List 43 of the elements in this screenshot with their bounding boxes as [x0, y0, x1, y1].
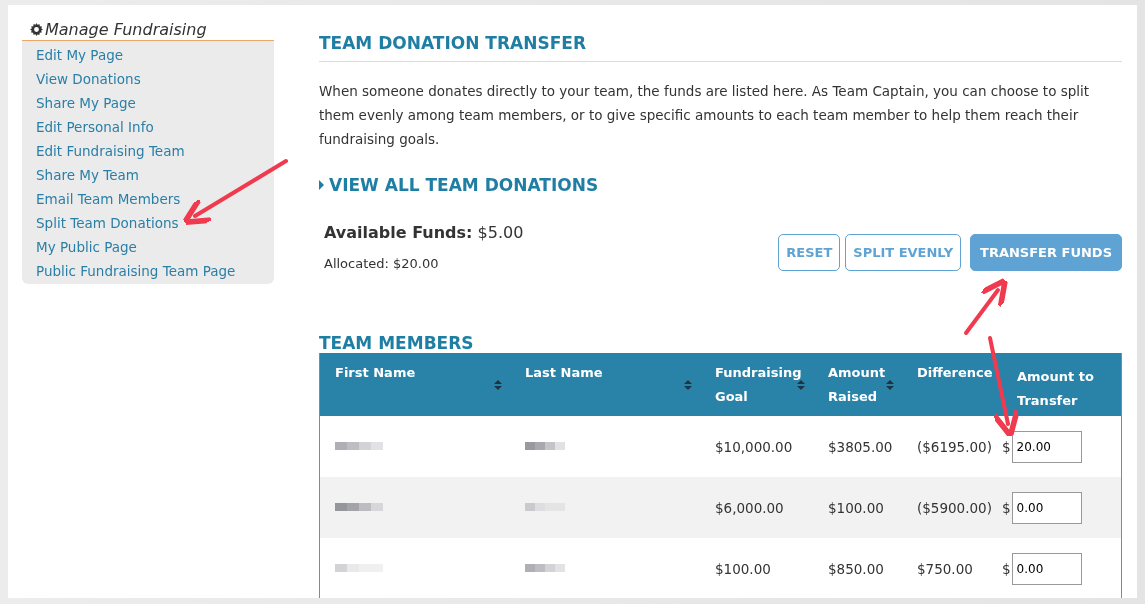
currency-sign: $ [1002, 499, 1011, 516]
sidebar-link[interactable]: Share My Page [36, 91, 274, 115]
currency-sign: $ [1002, 560, 1011, 577]
table-cell-text: ($5900.00) [916, 499, 993, 516]
sidebar-link[interactable]: Email Team Members [36, 187, 274, 211]
amount-field[interactable]: 0.00 [1011, 552, 1082, 585]
sidebar-title: Manage Fundraising [45, 19, 207, 39]
amount-field[interactable]: 20.00 [1011, 430, 1082, 463]
action-button[interactable]: RESET [778, 234, 841, 271]
sidebar-link[interactable]: Edit Fundraising Team [36, 139, 274, 163]
currency-sign: $ [1002, 438, 1011, 455]
column-header[interactable]: Difference [902, 353, 1002, 416]
gear-icon [30, 22, 43, 36]
amount-field[interactable]: 0.00 [1011, 491, 1082, 524]
sidebar-link[interactable]: Public Fundraising Team Page [36, 259, 274, 283]
column-header[interactable]: Fundraising Goal [700, 353, 813, 416]
available-funds-label: Available Funds: [324, 223, 473, 242]
sidebar-link[interactable]: View Donations [36, 67, 274, 91]
available-funds-value: $5.00 [477, 223, 524, 242]
table-cell-text: $10,000.00 [714, 438, 794, 455]
table-cell-text: $850.00 [827, 560, 885, 577]
table-cell-text: $750.00 [916, 560, 974, 577]
table-cell-text: $6,000.00 [714, 499, 785, 516]
action-button[interactable]: SPLIT EVENLY [845, 234, 962, 271]
table-cell-text: ($6195.00) [916, 438, 993, 455]
donations-toggle[interactable]: VIEW ALL TEAM DONATIONS [319, 175, 599, 195]
sidebar-link[interactable]: Share My Team [36, 163, 274, 187]
intro-text: When someone donates directly to your team, the funds are listed here. As Team Captain, you can choose to split them evenly among team members, or to give specific amounts to each team member to help them reach their fundraising goals. [319, 82, 1091, 149]
column-header[interactable]: Amount to Transfer [1002, 353, 1121, 416]
sidebar-link[interactable]: Split Team Donations [36, 211, 274, 235]
column-header[interactable]: First Name [320, 353, 510, 416]
column-header[interactable]: Last Name [510, 353, 700, 416]
page-title: TEAM DONATION TRANSFER [319, 33, 1122, 62]
section-title: TEAM MEMBERS [319, 333, 475, 353]
allocated-text: Allocated: $20.00 [324, 256, 440, 271]
table-cell-text: $100.00 [714, 560, 772, 577]
sidebar-link[interactable]: Edit Personal Info [36, 115, 274, 139]
transfer-button[interactable]: TRANSFER FUNDS [970, 234, 1122, 271]
table-cell-text: $100.00 [827, 499, 885, 516]
sidebar-link[interactable]: My Public Page [36, 235, 274, 259]
sidebar-link[interactable]: Edit My Page [36, 43, 274, 67]
column-header[interactable]: Amount Raised [813, 353, 902, 416]
table-cell-text: $3805.00 [827, 438, 894, 455]
